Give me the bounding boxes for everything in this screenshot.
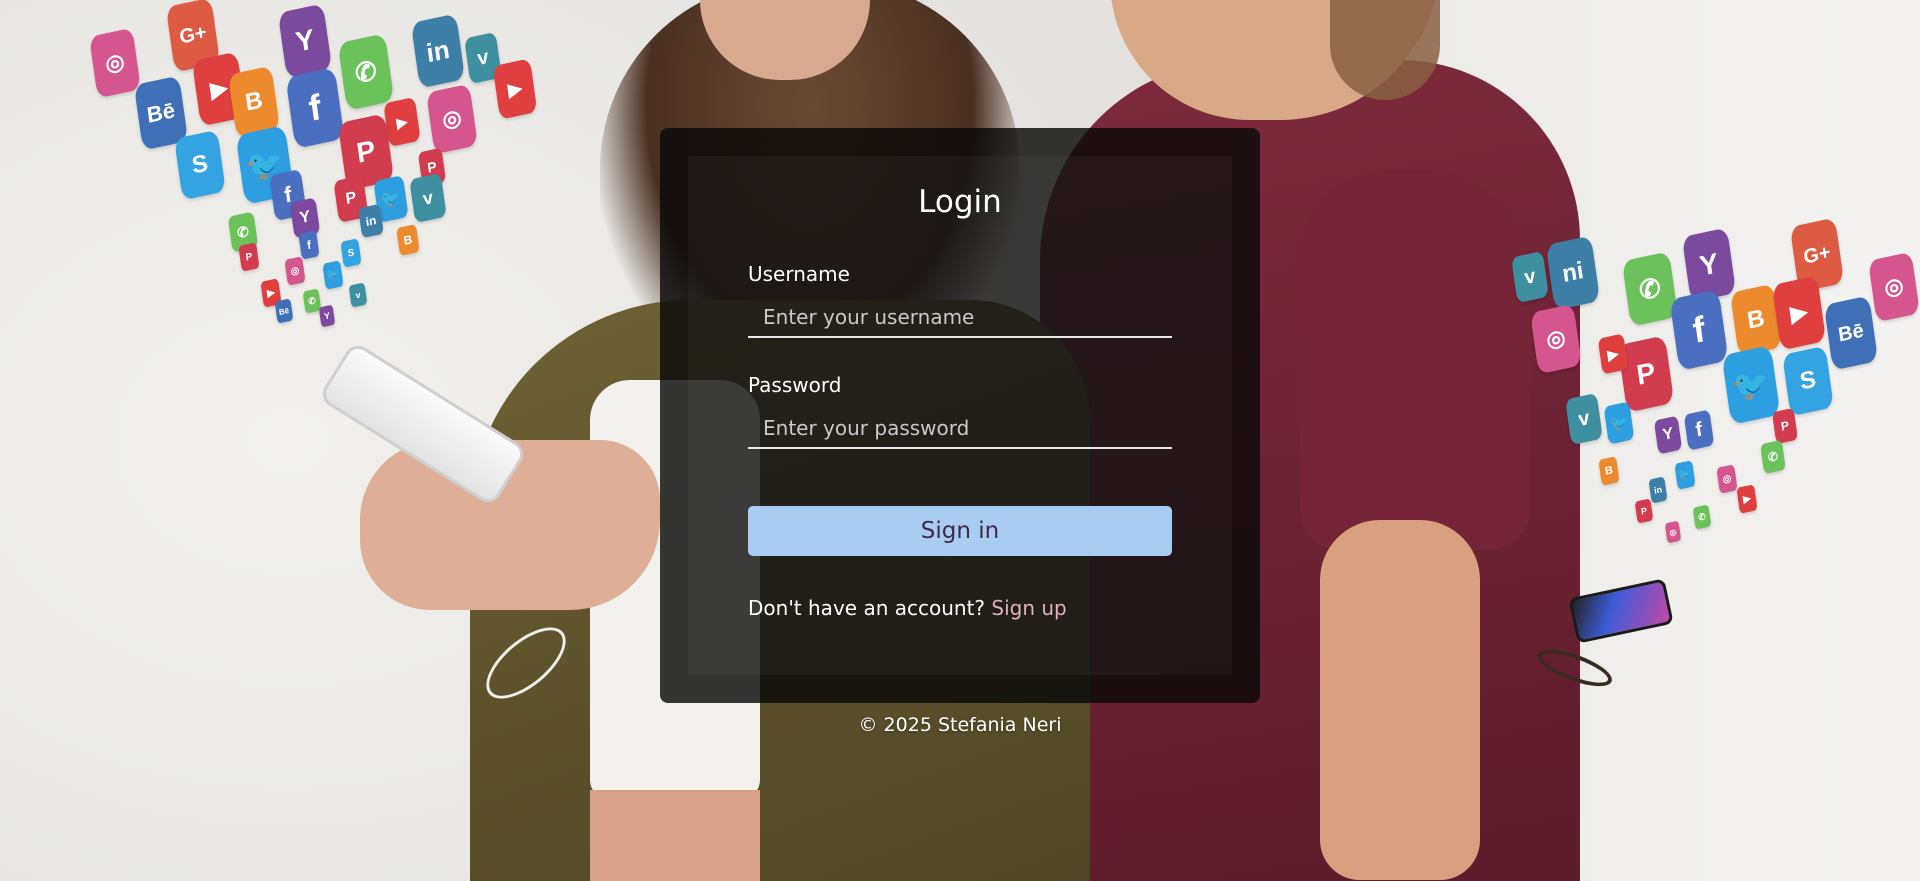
pinterest-icon: P (238, 242, 260, 272)
instagram-icon: ◎ (1716, 464, 1738, 494)
instagram-icon: ◎ (1664, 520, 1682, 544)
facebook-icon: f (1683, 409, 1715, 451)
behance-icon: Bē (1823, 295, 1879, 371)
twitter-icon: 🐦 (1603, 401, 1635, 445)
blogger-icon: B (1598, 456, 1620, 486)
linkedin-icon: in (358, 203, 384, 239)
background-man-arm (1320, 520, 1480, 880)
pinterest-icon: P (1771, 407, 1799, 445)
instagram-icon: ◎ (89, 27, 141, 99)
youtube-icon: ▶ (492, 58, 538, 120)
login-page: ◎ G+ Y in v ▶ ▶ Bē B ✆ f ◎ ▶ S 🐦 P P f 🐦… (0, 0, 1920, 881)
behance-icon: Bē (274, 298, 294, 324)
instagram-icon: ◎ (426, 83, 478, 155)
skype-icon: S (174, 129, 226, 201)
facebook-icon: f (1669, 289, 1729, 371)
sign-up-link[interactable]: Sign up (991, 596, 1066, 620)
yahoo-icon: Y (1653, 415, 1683, 455)
password-input[interactable] (748, 409, 1172, 449)
social-icons-cluster-right: v ni ✆ Y G+ ◎ ◎ f B ▶ Bē P 🐦 S v ▶ 🐦 Y f… (1480, 200, 1920, 580)
signup-row: Don't have an account? Sign up (748, 596, 1067, 620)
instagram-icon: ◎ (1868, 251, 1920, 323)
instagram-icon: ◎ (1530, 303, 1582, 375)
youtube-icon: ▶ (1597, 333, 1629, 375)
signup-prompt: Don't have an account? (748, 596, 986, 620)
skype-icon: S (1782, 345, 1834, 417)
background-woman-belly (590, 790, 760, 881)
facebook-icon: f (298, 230, 320, 260)
yahoo-icon: Y (277, 3, 333, 79)
facebook-icon: f (285, 67, 345, 149)
skype-icon: S (340, 238, 362, 268)
vimeo-icon: v (409, 172, 447, 224)
blogger-icon: B (396, 224, 420, 256)
youtube-icon: ▶ (1771, 275, 1827, 351)
instagram-icon: ◎ (284, 256, 306, 286)
linkedin-icon: in (410, 13, 466, 89)
twitter-icon: 🐦 (1674, 460, 1696, 490)
vimeo-icon: v (348, 282, 368, 308)
youtube-icon: ▶ (383, 96, 421, 148)
linkedin-icon: ni (1545, 235, 1601, 311)
footer-copyright: © 2025 Stefania Neri (858, 714, 1062, 736)
vimeo-icon: v (1565, 392, 1603, 446)
whatsapp-icon: ✆ (337, 33, 395, 111)
linkedin-icon: in (1648, 476, 1668, 504)
social-icons-cluster-left: ◎ G+ Y in v ▶ ▶ Bē B ✆ f ◎ ▶ S 🐦 P P f 🐦… (0, 0, 560, 360)
pinterest-icon: P (1617, 335, 1675, 413)
twitter-icon: 🐦 (322, 260, 344, 290)
sign-in-button[interactable]: Sign in (748, 506, 1172, 556)
vimeo-icon: v (1511, 250, 1549, 304)
login-title: Login (918, 184, 1002, 220)
whatsapp-icon: ✆ (1621, 251, 1679, 327)
whatsapp-icon: ✆ (1760, 439, 1786, 475)
yahoo-icon: Y (318, 304, 336, 328)
username-input[interactable] (748, 298, 1172, 338)
pinterest-icon: P (1634, 498, 1654, 524)
whatsapp-icon: ✆ (1692, 504, 1712, 530)
youtube-icon: ▶ (1736, 484, 1758, 514)
username-label: Username (748, 262, 850, 286)
twitter-icon: 🐦 (1721, 345, 1781, 425)
login-card: Login Username Password Sign in Don't ha… (660, 128, 1260, 703)
password-label: Password (748, 373, 842, 397)
